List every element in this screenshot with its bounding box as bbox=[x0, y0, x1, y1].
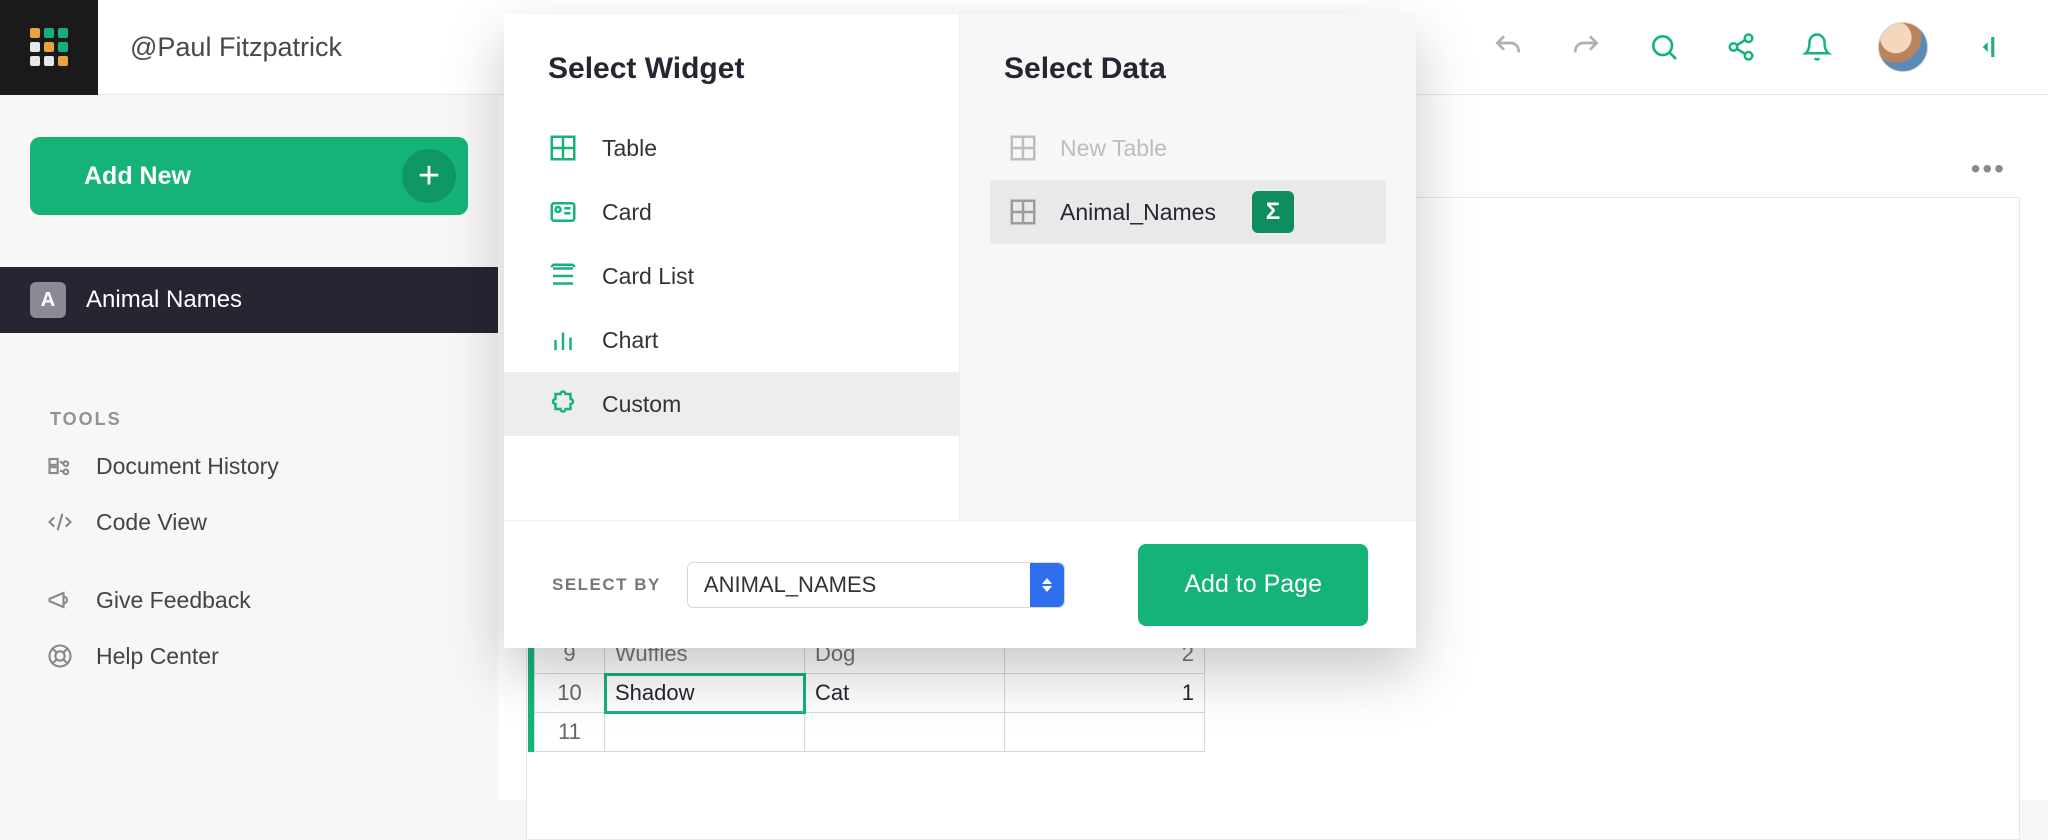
tool-label: Code View bbox=[96, 509, 207, 536]
redo-icon[interactable] bbox=[1570, 31, 1602, 63]
code-icon bbox=[46, 508, 74, 536]
chart-icon bbox=[548, 325, 578, 355]
app-logo[interactable] bbox=[0, 0, 98, 95]
search-icon[interactable] bbox=[1648, 31, 1680, 63]
panel-menu-icon[interactable]: ••• bbox=[1971, 153, 2006, 185]
table-icon bbox=[1008, 197, 1038, 227]
table-icon bbox=[1008, 133, 1038, 163]
selected-cell[interactable]: Shadow bbox=[605, 674, 805, 713]
tool-give-feedback[interactable]: Give Feedback bbox=[0, 572, 498, 628]
tools-heading: TOOLS bbox=[50, 409, 498, 430]
history-icon bbox=[46, 452, 74, 480]
sidebar: Add New + A Animal Names TOOLS Document … bbox=[0, 95, 498, 800]
widget-option-card[interactable]: Card bbox=[504, 180, 959, 244]
table-row[interactable]: 10 Shadow Cat 1 bbox=[535, 674, 1205, 713]
add-new-button[interactable]: Add New + bbox=[30, 137, 468, 215]
user-handle[interactable]: @Paul Fitzpatrick bbox=[130, 32, 342, 63]
add-new-label: Add New bbox=[84, 162, 191, 191]
tool-code-view[interactable]: Code View bbox=[0, 494, 498, 550]
chevron-updown-icon bbox=[1030, 563, 1064, 607]
select-by-value: ANIMAL_NAMES bbox=[704, 572, 876, 598]
cardlist-icon bbox=[548, 261, 578, 291]
widget-option-chart[interactable]: Chart bbox=[504, 308, 959, 372]
table-row[interactable]: 11 bbox=[535, 713, 1205, 752]
select-data-column: Select Data New Table Animal_Names Σ bbox=[959, 14, 1416, 520]
pages-list: A Animal Names bbox=[0, 267, 498, 333]
plus-icon: + bbox=[402, 149, 456, 203]
select-widget-column: Select Widget Table Card Card List Chart… bbox=[504, 14, 959, 520]
page-badge: A bbox=[30, 282, 66, 318]
puzzle-icon bbox=[548, 389, 578, 419]
tool-document-history[interactable]: Document History bbox=[0, 438, 498, 494]
add-to-page-button[interactable]: Add to Page bbox=[1138, 544, 1368, 626]
data-table: 9 Wuffles Dog 2 10 Shadow Cat 1 11 bbox=[528, 635, 1205, 752]
select-by-dropdown[interactable]: ANIMAL_NAMES bbox=[687, 562, 1065, 608]
share-icon[interactable] bbox=[1726, 32, 1756, 62]
lifebuoy-icon bbox=[46, 642, 74, 670]
tool-label: Give Feedback bbox=[96, 587, 251, 614]
sigma-icon[interactable]: Σ bbox=[1252, 191, 1294, 233]
undo-icon[interactable] bbox=[1492, 31, 1524, 63]
card-icon bbox=[548, 197, 578, 227]
data-option-new-table: New Table bbox=[990, 116, 1386, 180]
table-icon bbox=[548, 133, 578, 163]
modal-footer: SELECT BY ANIMAL_NAMES Add to Page bbox=[504, 520, 1416, 648]
collapse-panel-icon[interactable] bbox=[1974, 30, 2004, 64]
tool-label: Help Center bbox=[96, 643, 219, 670]
sidebar-page-animal-names[interactable]: A Animal Names bbox=[0, 267, 498, 333]
widget-option-table[interactable]: Table bbox=[504, 116, 959, 180]
select-data-title: Select Data bbox=[960, 52, 1416, 116]
avatar[interactable] bbox=[1878, 22, 1928, 72]
data-option-animal-names[interactable]: Animal_Names Σ bbox=[990, 180, 1386, 244]
tool-help-center[interactable]: Help Center bbox=[0, 628, 498, 684]
page-label: Animal Names bbox=[86, 286, 242, 314]
megaphone-icon bbox=[46, 586, 74, 614]
select-widget-title: Select Widget bbox=[504, 52, 959, 116]
add-widget-modal: Select Widget Table Card Card List Chart… bbox=[504, 14, 1416, 648]
bell-icon[interactable] bbox=[1802, 32, 1832, 62]
widget-option-custom[interactable]: Custom bbox=[504, 372, 959, 436]
select-by-label: SELECT BY bbox=[552, 575, 661, 595]
widget-option-cardlist[interactable]: Card List bbox=[504, 244, 959, 308]
tool-label: Document History bbox=[96, 453, 279, 480]
